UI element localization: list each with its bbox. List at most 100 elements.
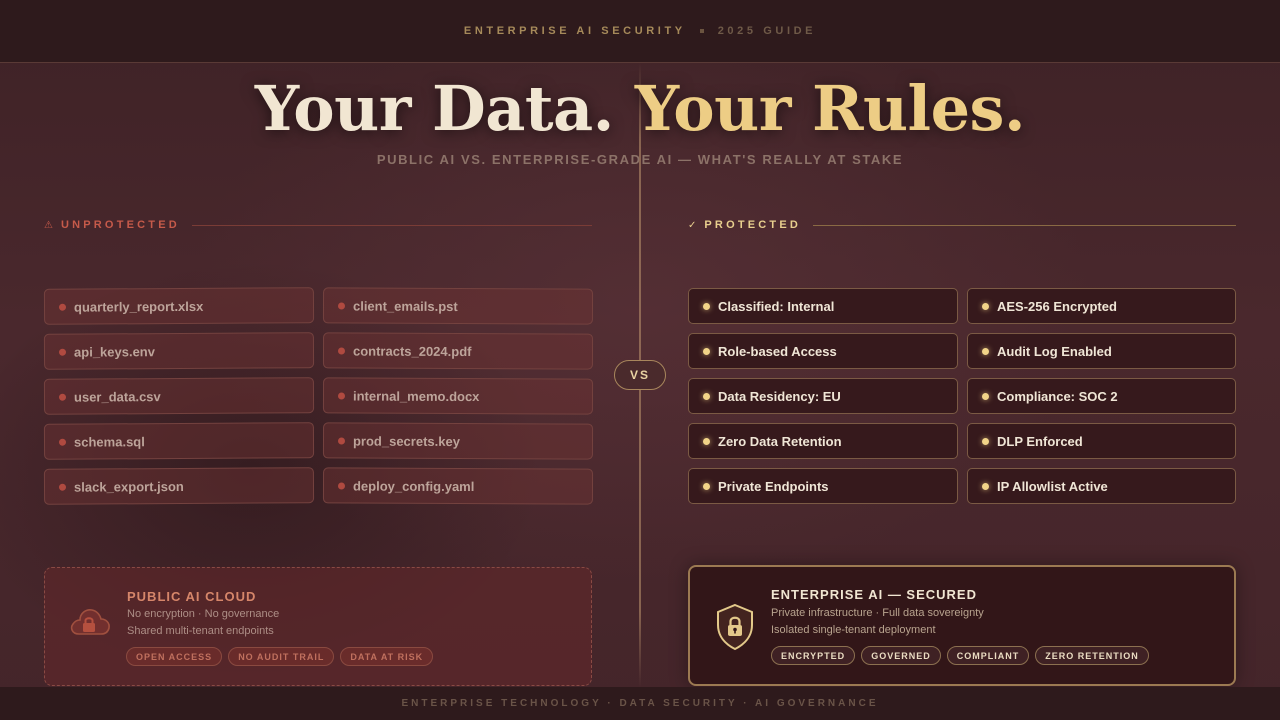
risk-dot-icon: [337, 346, 346, 355]
protection-label: Data Residency: EU: [718, 388, 841, 404]
secure-dot-icon: [982, 437, 989, 445]
public-card-line-1: No encryption · No governance: [127, 608, 280, 620]
protected-item-grid: Classified: Internal AES-256 Encrypted R…: [688, 288, 1236, 504]
title-part-rules: Your Rules.: [634, 72, 1026, 145]
secure-dot-icon: [703, 437, 710, 445]
protected-label-rule: [813, 224, 1236, 226]
public-card-tags: OPEN ACCESS NO AUDIT TRAIL DATA AT RISK: [126, 647, 434, 666]
protection-label: Compliance: SOC 2: [997, 388, 1118, 404]
risk-dot-icon: [337, 436, 346, 445]
unprotected-label: ⚠ UNPROTECTED: [44, 218, 592, 232]
secure-dot-icon: [982, 347, 989, 355]
secure-dot-icon: [703, 482, 710, 490]
shield-lock-icon: [715, 603, 755, 656]
page-title: Your Data. Your Rules.: [0, 72, 1280, 145]
security-tag: ENCRYPTED: [771, 646, 856, 665]
header-separator: [699, 29, 704, 33]
risk-dot-icon: [58, 438, 67, 446]
risk-dot-icon: [58, 303, 67, 311]
security-tag: COMPLIANT: [946, 646, 1030, 665]
file-name: slack_export.json: [73, 478, 184, 495]
enterprise-card-line-1: Private infrastructure · Full data sover…: [771, 607, 984, 619]
protection-item: Compliance: SOC 2: [967, 378, 1236, 414]
file-name: internal_memo.docx: [352, 388, 480, 404]
unprotected-label-text: UNPROTECTED: [60, 219, 180, 231]
unprotected-file-grid: quarterly_report.xlsx client_emails.pst …: [43, 287, 594, 505]
page: ENTERPRISE AI SECURITY 2025 GUIDE Your D…: [0, 0, 1280, 720]
public-ai-card: PUBLIC AI CLOUD No encryption · No gover…: [44, 567, 592, 686]
vs-badge: VS: [614, 360, 666, 390]
check-icon: ✓: [688, 219, 697, 231]
top-bar: ENTERPRISE AI SECURITY 2025 GUIDE: [0, 0, 1280, 63]
protection-item: Audit Log Enabled: [967, 333, 1236, 369]
header-brand: ENTERPRISE AI SECURITY: [463, 25, 686, 37]
security-tag: ZERO RETENTION: [1035, 646, 1149, 665]
risk-dot-icon: [337, 391, 346, 400]
file-name: api_keys.env: [73, 343, 155, 360]
secure-dot-icon: [703, 302, 710, 310]
public-card-title: PUBLIC AI CLOUD: [127, 589, 257, 604]
file-item: api_keys.env: [43, 332, 315, 370]
protection-label: Role-based Access: [718, 343, 837, 359]
protection-label: Zero Data Retention: [718, 433, 842, 449]
file-name: user_data.csv: [73, 388, 161, 405]
header-subtitle: 2025 GUIDE: [717, 25, 817, 37]
public-card-line-2: Shared multi-tenant endpoints: [127, 625, 274, 637]
file-name: client_emails.pst: [352, 298, 458, 314]
protection-item: Private Endpoints: [688, 468, 958, 504]
secure-dot-icon: [703, 347, 710, 355]
risk-dot-icon: [58, 393, 67, 401]
protection-item: Data Residency: EU: [688, 378, 958, 414]
protected-label-text: PROTECTED: [704, 219, 802, 231]
risk-tag: OPEN ACCESS: [126, 647, 223, 666]
file-item: slack_export.json: [43, 467, 315, 505]
file-name: deploy_config.yaml: [352, 478, 475, 494]
secure-dot-icon: [982, 482, 989, 490]
protection-item: IP Allowlist Active: [967, 468, 1236, 504]
file-item: schema.sql: [43, 422, 315, 460]
protection-label: Classified: Internal: [718, 298, 835, 314]
title-part-data: Your Data.: [254, 72, 614, 145]
risk-dot-icon: [58, 348, 67, 356]
file-item: prod_secrets.key: [322, 422, 594, 460]
file-name: quarterly_report.xlsx: [73, 298, 204, 315]
protection-label: IP Allowlist Active: [997, 478, 1108, 494]
protected-label: ✓ PROTECTED: [688, 218, 1236, 232]
page-subtitle: PUBLIC AI VS. ENTERPRISE-GRADE AI — WHAT…: [376, 152, 904, 167]
protection-item: Classified: Internal: [688, 288, 958, 324]
risk-dot-icon: [337, 481, 346, 490]
secure-dot-icon: [703, 392, 710, 400]
protection-item: Zero Data Retention: [688, 423, 958, 459]
enterprise-card-line-2: Isolated single-tenant deployment: [771, 624, 936, 636]
file-name: prod_secrets.key: [352, 433, 460, 449]
protection-item: AES-256 Encrypted: [967, 288, 1236, 324]
unprotected-label-rule: [191, 224, 592, 226]
enterprise-ai-card: ENTERPRISE AI — SECURED Private infrastr…: [688, 565, 1236, 686]
secure-dot-icon: [982, 302, 989, 310]
file-item: user_data.csv: [43, 377, 315, 415]
protection-item: Role-based Access: [688, 333, 958, 369]
cloud-lock-icon: [69, 604, 111, 643]
secure-dot-icon: [982, 392, 989, 400]
risk-tag: NO AUDIT TRAIL: [228, 647, 335, 666]
file-item: contracts_2024.pdf: [322, 332, 594, 370]
protection-item: DLP Enforced: [967, 423, 1236, 459]
risk-tag: DATA AT RISK: [340, 647, 434, 666]
protection-label: Audit Log Enabled: [997, 343, 1112, 359]
file-item: quarterly_report.xlsx: [43, 287, 315, 325]
protection-label: DLP Enforced: [997, 433, 1083, 449]
warning-icon: ⚠: [44, 219, 53, 231]
protection-label: Private Endpoints: [718, 478, 829, 494]
security-tag: GOVERNED: [861, 646, 941, 665]
enterprise-card-title: ENTERPRISE AI — SECURED: [771, 587, 977, 602]
file-item: internal_memo.docx: [322, 377, 594, 415]
enterprise-card-tags: ENCRYPTED GOVERNED COMPLIANT ZERO RETENT…: [771, 646, 1149, 665]
footer: ENTERPRISE TECHNOLOGY · DATA SECURITY · …: [0, 687, 1280, 720]
risk-dot-icon: [337, 301, 346, 310]
protection-label: AES-256 Encrypted: [997, 298, 1117, 314]
file-item: client_emails.pst: [322, 287, 594, 325]
file-name: contracts_2024.pdf: [352, 343, 472, 359]
file-name: schema.sql: [73, 433, 145, 450]
file-item: deploy_config.yaml: [322, 467, 594, 505]
risk-dot-icon: [58, 483, 67, 491]
